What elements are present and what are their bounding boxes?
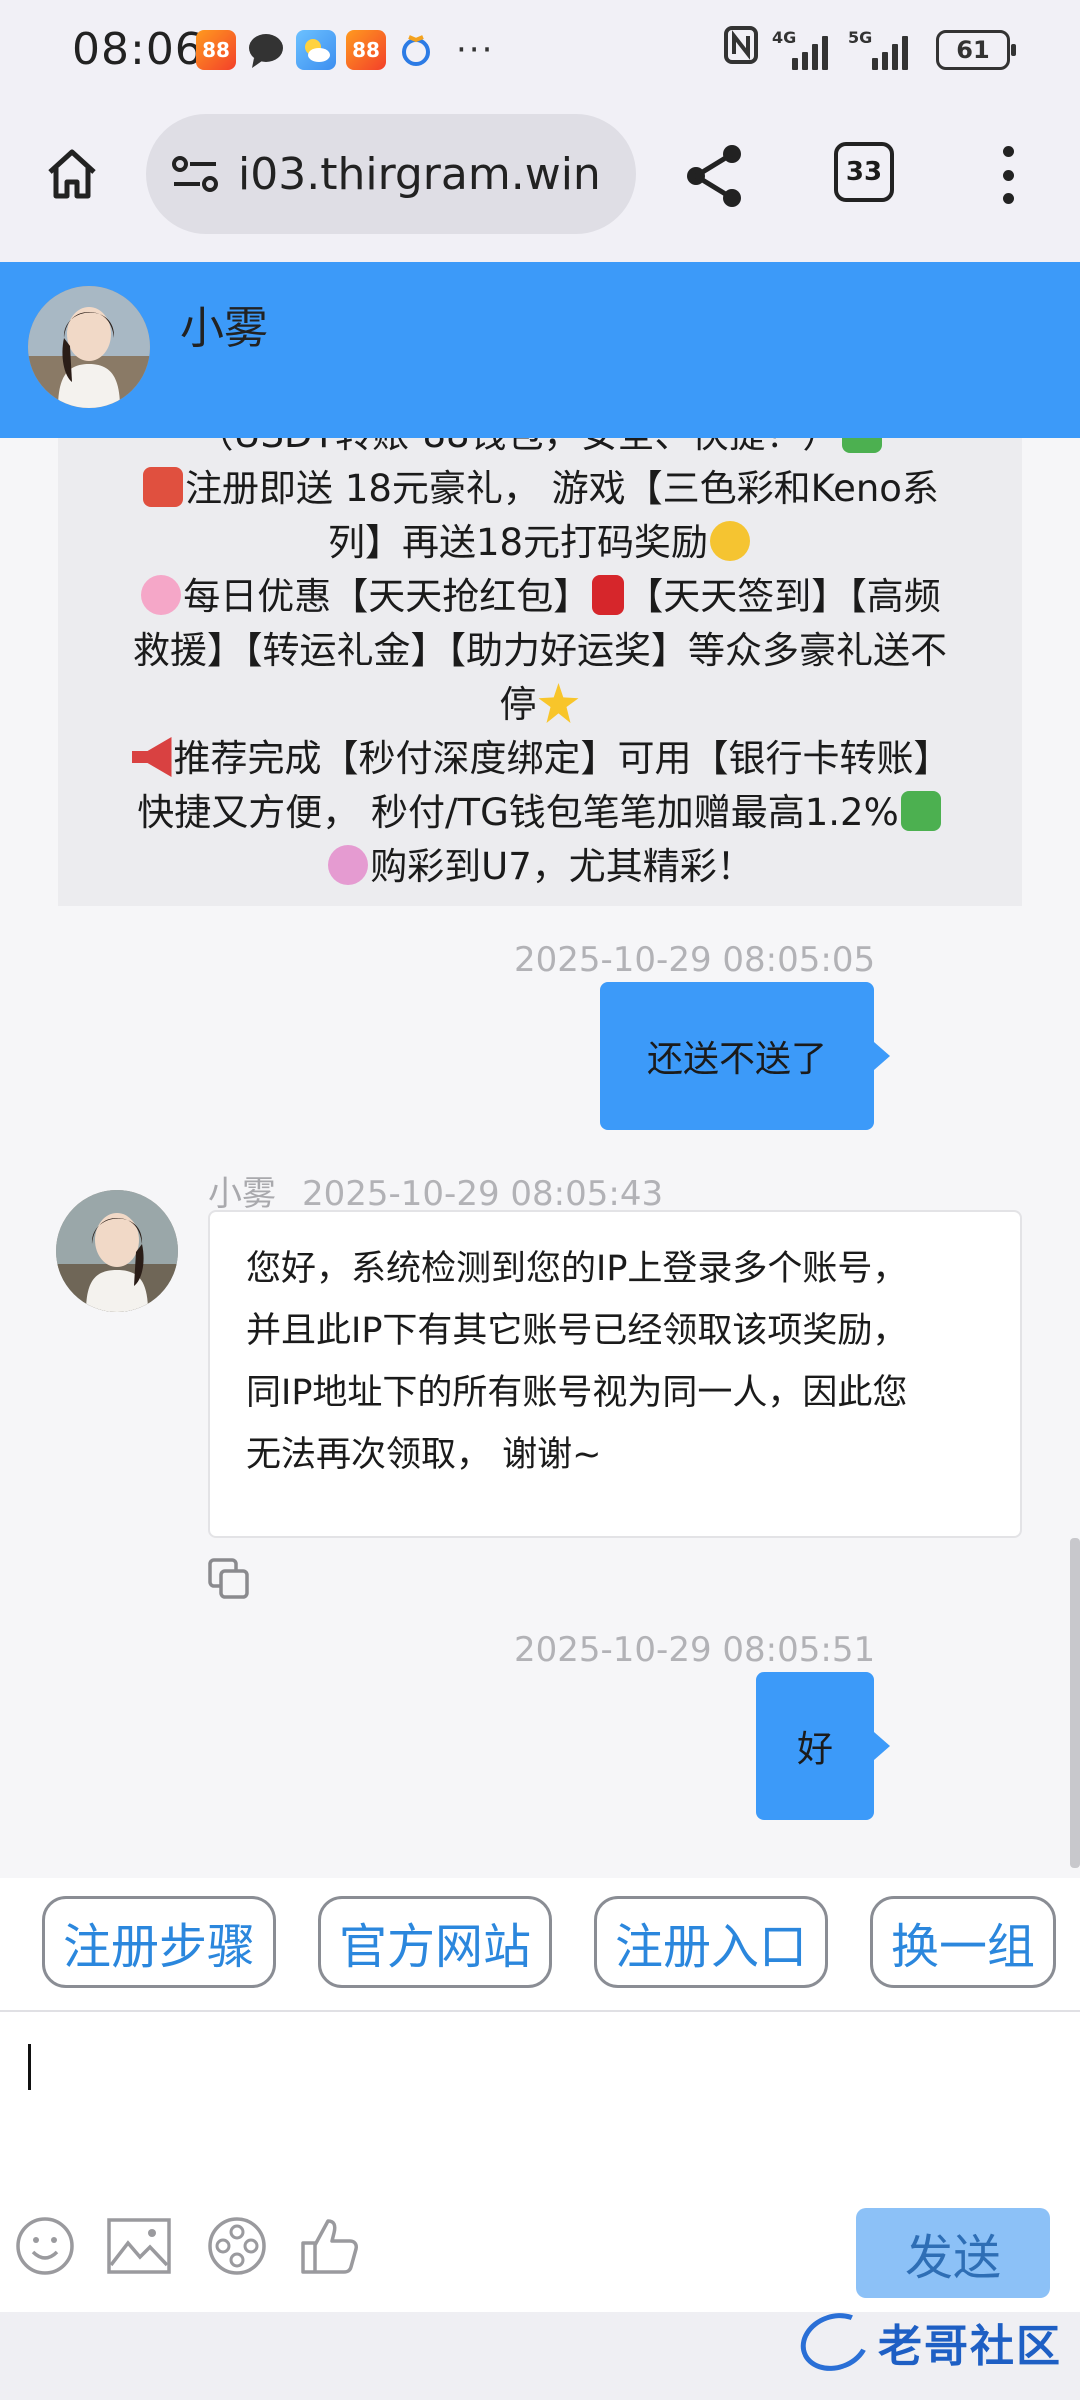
more-menu-button[interactable]: [990, 140, 1026, 210]
app-88-icon: 88: [196, 30, 236, 70]
signal-4g-icon: 4G: [772, 28, 834, 70]
promo-line: 快捷又方便， 秒付/TG钱包笔笔加赠最高1.2%: [137, 791, 899, 834]
send-button[interactable]: 发送: [856, 2208, 1050, 2298]
chat-message-list[interactable]: （USDT转账-88钱包，安全、快捷！） 注册即送 18元豪礼， 游戏【三色彩和…: [0, 438, 1080, 1878]
quick-reply-register-steps[interactable]: 注册步骤: [42, 1896, 276, 1988]
notification-icons: 88 88 ···: [196, 30, 494, 70]
battery-icon: 61: [936, 29, 1016, 70]
message-bubble-icon: [246, 30, 286, 70]
promo-line: 救援】【转运礼金】【助力好运奖】等众多豪礼送不: [133, 629, 947, 672]
video-icon[interactable]: [206, 2215, 268, 2277]
promo-line: 停: [499, 683, 537, 726]
chat-scrollbar[interactable]: [1070, 1538, 1080, 1868]
message-composer[interactable]: 发送: [0, 2012, 1080, 2312]
watermark-swoosh-icon: [792, 2303, 878, 2381]
more-notifications-icon: ···: [456, 30, 495, 70]
promo-line: 推荐完成【秒付深度绑定】可用【银行卡转账】: [173, 737, 951, 780]
app-88-icon: 88: [346, 30, 386, 70]
message-text: 好: [796, 1729, 833, 1770]
message-line: 同IP地址下的所有账号视为同一人，因此您: [246, 1373, 908, 1413]
system-indicators: 4G 5G 61: [724, 26, 1016, 73]
gift-emoji-icon: [143, 467, 184, 507]
quick-reply-official-site[interactable]: 官方网站: [318, 1896, 552, 1988]
image-icon[interactable]: [106, 2215, 171, 2277]
promo-line: 注册即送 18元豪礼， 游戏【三色彩和Keno系: [185, 467, 939, 510]
copy-icon[interactable]: [206, 1556, 252, 1602]
message-line: 无法再次领取， 谢谢~: [246, 1435, 602, 1475]
promo-line: 购彩到U7，尤其精彩！: [370, 845, 754, 888]
thumbs-up-icon[interactable]: [298, 2215, 360, 2277]
unicorn-emoji-icon: [328, 845, 369, 885]
share-button[interactable]: [680, 140, 752, 212]
promo-message: （USDT转账-88钱包，安全、快捷！） 注册即送 18元豪礼， 游戏【三色彩和…: [58, 438, 1022, 906]
text-cursor: [28, 2044, 31, 2090]
home-icon: [48, 149, 96, 199]
star-emoji-icon: [538, 683, 579, 723]
address-bar[interactable]: i03.thirgram.win: [146, 114, 636, 234]
site-settings-icon: [172, 156, 218, 192]
status-bar: 08:06 88 88 ··· 4G 5G 61: [0, 0, 1080, 100]
promo-line: 列】再送18元打码奖励: [327, 521, 709, 564]
ribbon-emoji-icon: [710, 521, 751, 561]
promo-line: 【天天签到】【高频: [626, 575, 941, 618]
home-button[interactable]: [40, 142, 104, 206]
agent-avatar: [56, 1190, 178, 1312]
red-envelope-emoji-icon: [592, 575, 625, 615]
quick-reply-switch-group[interactable]: 换一组: [870, 1896, 1056, 1988]
watermark-text: 老哥社区: [878, 2321, 1062, 2372]
incoming-message-bubble[interactable]: 您好，系统检测到您的IP上登录多个账号， 并且此IP下有其它账号已经领取该项奖励…: [208, 1210, 1022, 1538]
sync-app-icon: [396, 30, 436, 70]
quick-reply-row: 注册步骤 官方网站 注册入口 换一组: [0, 1878, 1080, 2012]
outgoing-message-bubble[interactable]: 好: [756, 1672, 890, 1820]
weather-icon: [296, 30, 336, 70]
browser-toolbar: i03.thirgram.win 33: [0, 100, 1080, 262]
share-icon: [687, 145, 741, 207]
cherry-blossom-emoji-icon: [141, 575, 182, 615]
outgoing-message-bubble[interactable]: 还送不送了: [600, 982, 890, 1130]
nfc-icon: [724, 26, 758, 73]
check-emoji-icon: [841, 438, 882, 453]
sender-name: 小雾: [208, 1174, 276, 1214]
agent-avatar: [28, 286, 150, 408]
promo-line: （USDT转账-88钱包，安全、快捷！）: [196, 438, 839, 456]
message-meta: 小雾 2025-10-29 08:05:43: [208, 1166, 663, 1215]
tab-switcher-button[interactable]: 33: [834, 142, 894, 202]
check-emoji-icon: [900, 791, 941, 831]
promo-line: 每日优惠【天天抢红包】: [183, 575, 591, 618]
url-text: i03.thirgram.win: [238, 148, 601, 200]
watermark-logo: 老哥社区: [792, 2303, 1062, 2381]
emoji-icon[interactable]: [14, 2215, 76, 2277]
message-timestamp: 2025-10-29 08:05:51: [514, 1630, 876, 1670]
agent-name: 小雾: [180, 303, 268, 354]
quick-reply-register-entry[interactable]: 注册入口: [594, 1896, 828, 1988]
megaphone-emoji-icon: [131, 737, 172, 777]
signal-5g-icon: 5G: [848, 28, 916, 70]
message-timestamp: 2025-10-29 08:05:43: [302, 1174, 664, 1214]
chat-header: 小雾: [0, 262, 1080, 438]
message-line: 并且此IP下有其它账号已经领取该项奖励，: [246, 1311, 908, 1351]
message-line: 您好，系统检测到您的IP上登录多个账号，: [246, 1249, 908, 1289]
message-text: 还送不送了: [646, 1039, 827, 1080]
message-timestamp: 2025-10-29 08:05:05: [514, 940, 876, 980]
status-time: 08:06: [72, 24, 204, 75]
